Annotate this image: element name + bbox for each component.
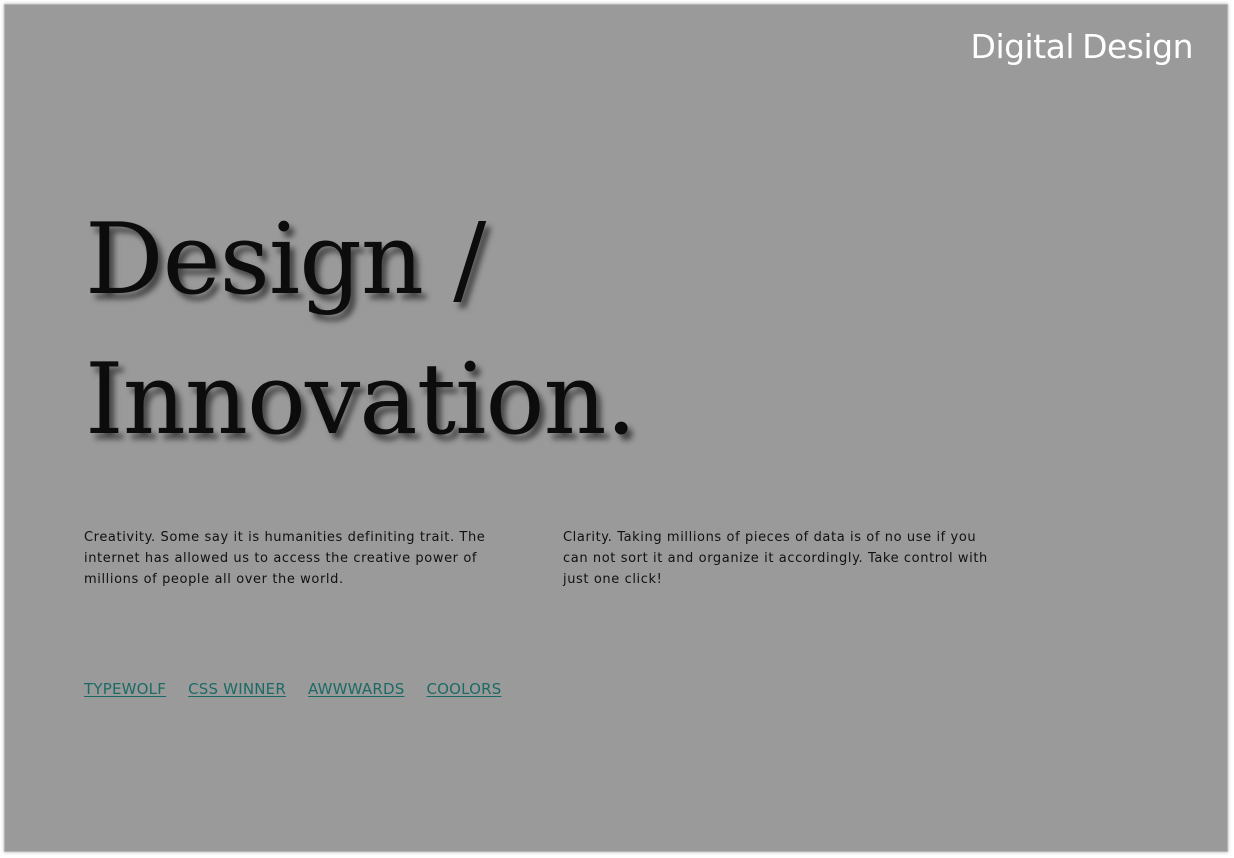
link-awwwards[interactable]: AWWWARDS [308,679,404,699]
link-typewolf[interactable]: TYPEWOLF [84,679,166,699]
clarity-paragraph: Clarity. Taking millions of pieces of da… [563,530,988,587]
hero-line-1: Design / [85,203,486,317]
creativity-paragraph: Creativity. Some say it is humanities de… [84,530,486,587]
site-logo[interactable]: Digital Design [970,27,1194,67]
page-frame: Digital Design Design / Innovation. Creat… [4,4,1228,852]
link-coolors[interactable]: COOLORS [426,679,501,699]
logo-word-design: Design [1082,27,1193,66]
logo-word-digital: Digital [970,27,1075,66]
hero-heading: Design / Innovation. [85,190,637,470]
resource-links: TYPEWOLF CSS WINNER AWWWARDS COOLORS [84,679,502,699]
link-css-winner[interactable]: CSS WINNER [188,679,286,699]
hero-line-2: Innovation. [85,343,637,457]
